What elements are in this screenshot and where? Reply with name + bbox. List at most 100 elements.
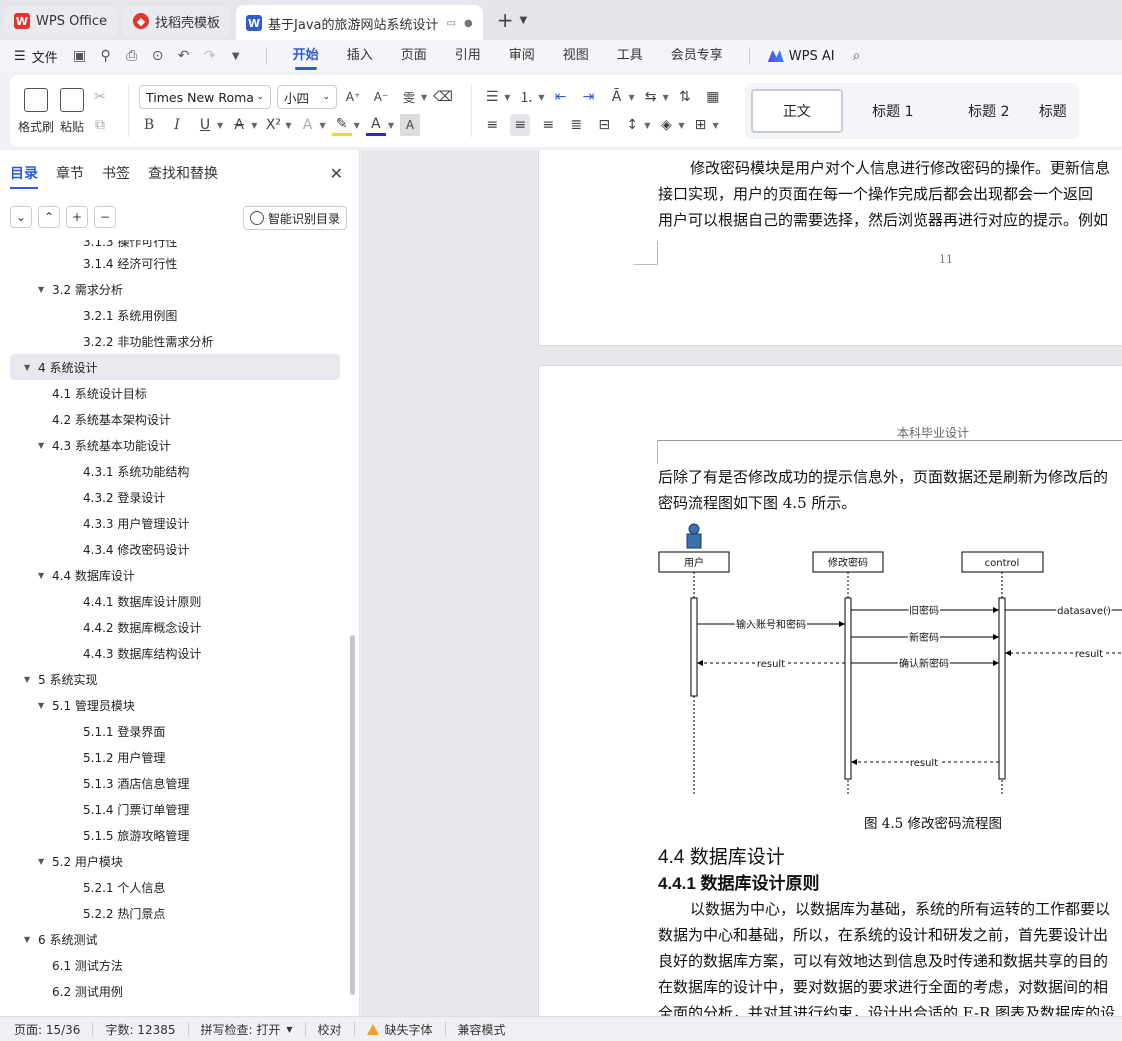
chevron-down-icon[interactable]: ▼ [285, 121, 291, 130]
distributed-icon[interactable]: ⊟ [594, 114, 614, 136]
menu-member[interactable]: 会员专享 [671, 40, 723, 72]
expand-arrow-icon[interactable]: ▼ [24, 935, 38, 944]
copy-icon[interactable]: ⧉ [90, 114, 110, 136]
toc-item[interactable]: 4.3.3 用户管理设计 [0, 510, 350, 536]
toc-item[interactable]: 5.1.1 登录界面 [0, 718, 350, 744]
monitor-icon[interactable]: ▭ [447, 18, 456, 29]
highlight-icon[interactable]: ✎ [331, 114, 352, 136]
toc-item[interactable]: 4.4.3 数据库结构设计 [0, 640, 350, 666]
clear-format-icon[interactable]: ⌫ [433, 86, 453, 108]
print-preview-icon[interactable]: ⊙ [150, 48, 166, 64]
tab-chapters[interactable]: 章节 [56, 163, 84, 183]
save-icon[interactable]: ▣ [72, 48, 88, 64]
body-line[interactable]: 良好的数据库方案，可以有效地达到信息及时传递和数据共享的目的 [658, 948, 1108, 974]
show-marks-icon[interactable]: ▦ [703, 86, 723, 108]
font-size-select[interactable]: 小四 ⌄ [277, 85, 338, 109]
toc-item[interactable]: ▼ 4.4 数据库设计 [0, 562, 350, 588]
toc-item[interactable]: 5.2.1 个人信息 [0, 874, 350, 900]
text-direction-icon[interactable]: ⇆ [641, 86, 661, 108]
menu-review[interactable]: 审阅 [509, 40, 535, 72]
align-right-icon[interactable]: ≡ [538, 114, 558, 136]
chevron-down-icon[interactable]: ▼ [713, 121, 719, 130]
scrollbar[interactable] [350, 635, 355, 995]
bullet-list-icon[interactable]: ☰ [482, 86, 502, 108]
shrink-font-icon[interactable]: A⁻ [371, 86, 391, 108]
chevron-down-icon[interactable]: ▼ [504, 93, 510, 102]
body-line[interactable]: 数据为中心和基础，所以，在系统的设计和研发之前，首先要设计出 [658, 922, 1108, 948]
tab-docer[interactable]: ◆ 找稻壳模板 [123, 6, 231, 36]
menu-tools[interactable]: 工具 [617, 40, 643, 72]
collapse-up-icon[interactable]: ⌃ [38, 206, 60, 228]
proofread-button[interactable]: 校对 [318, 1021, 342, 1038]
toc-item[interactable]: 3.2.1 系统用例图 [0, 302, 350, 328]
toc-item[interactable]: ▼ 5 系统实现 [0, 666, 350, 692]
toc-item[interactable]: 3.2.2 非功能性需求分析 [0, 328, 350, 354]
body-line[interactable]: 以数据为中心，以数据库为基础，系统的所有运转的工作都要以 [658, 896, 1110, 922]
remove-icon[interactable]: − [94, 206, 116, 228]
underline-icon[interactable]: U [195, 114, 215, 136]
tab-find-replace[interactable]: 查找和替换 [148, 163, 218, 183]
expand-arrow-icon[interactable]: ▼ [24, 675, 38, 684]
text-effect-icon[interactable]: A [298, 114, 318, 136]
body-line[interactable]: 密码流程图如下图 4.5 所示。 [658, 490, 856, 516]
toc-item[interactable]: ▼ 6 系统测试 [0, 926, 350, 952]
search-icon[interactable]: ⌕ [849, 48, 865, 64]
char-shading-icon[interactable]: A [399, 114, 420, 136]
word-count[interactable]: 字数: 12385 [105, 1021, 175, 1038]
toc-item[interactable]: 6.2 测试用例 [0, 978, 350, 1004]
superscript-icon[interactable]: X² [263, 114, 283, 136]
chevron-down-icon[interactable]: ▼ [644, 121, 650, 130]
chevron-down-icon[interactable]: ▼ [388, 121, 394, 130]
menu-page[interactable]: 页面 [401, 40, 427, 72]
body-line[interactable]: 修改密码模块是用户对个人信息进行修改密码的操作。更新信息 [658, 155, 1110, 181]
cut-icon[interactable]: ✂ [90, 86, 110, 108]
style-heading-1[interactable]: 标题 1 [847, 89, 939, 133]
page-header[interactable]: 本科毕业设计 [897, 424, 969, 441]
unsaved-dot-icon[interactable]: ● [464, 18, 473, 29]
phonetic-guide-icon[interactable]: 雯 [399, 86, 419, 108]
font-color-icon[interactable]: A [365, 114, 386, 136]
print-icon[interactable]: ⎙ [124, 48, 140, 64]
menu-view[interactable]: 视图 [563, 40, 589, 72]
align-center-icon[interactable]: ≡ [510, 114, 531, 136]
toc-item[interactable]: 4.4.1 数据库设计原则 [0, 588, 350, 614]
toc-item[interactable]: ▼ 5.1 管理员模块 [0, 692, 350, 718]
style-heading-2[interactable]: 标题 2 [943, 89, 1035, 133]
grow-font-icon[interactable]: A⁺ [343, 86, 363, 108]
font-name-select[interactable]: Times New Roma ⌄ [139, 85, 272, 109]
paste-button[interactable]: 粘贴 [60, 87, 84, 135]
bold-icon[interactable]: B [139, 114, 159, 136]
strikethrough-icon[interactable]: A [229, 114, 249, 136]
shading-icon[interactable]: ◈ [656, 114, 676, 136]
chevron-down-icon[interactable]: ▼ [678, 121, 684, 130]
tab-bookmarks[interactable]: 书签 [102, 163, 130, 183]
toc-item[interactable]: 5.1.2 用户管理 [0, 744, 350, 770]
toc-item[interactable]: 4.1 系统设计目标 [0, 380, 350, 406]
body-line[interactable]: 在数据库的设计中，要对数据的要求进行全面的考虑，对数据间的相 [658, 974, 1108, 1000]
toc-item[interactable]: ▼ 5.2 用户模块 [0, 848, 350, 874]
menu-home[interactable]: 开始 [293, 40, 319, 72]
missing-font-button[interactable]: 缺失字体 [366, 1021, 433, 1038]
italic-icon[interactable]: I [167, 114, 187, 136]
redo-icon[interactable]: ↷ [202, 48, 218, 64]
chinese-layout-icon[interactable]: Ā [607, 86, 627, 108]
toc-item[interactable]: 4.4.2 数据库概念设计 [0, 614, 350, 640]
sequence-diagram[interactable]: 用户 修改密码 control 旧密码 datasave() 输入账号和密码 新… [654, 521, 1122, 801]
heading-3[interactable]: 4.4.1 数据库设计原则 [658, 869, 820, 894]
toc-item[interactable]: 6.1 测试方法 [0, 952, 350, 978]
file-menu[interactable]: ☰ 文件 [14, 47, 58, 66]
chevron-down-icon[interactable]: ▼ [519, 15, 527, 26]
undo-icon[interactable]: ↶ [176, 48, 192, 64]
toc-item[interactable]: 5.2.2 热门景点 [0, 900, 350, 926]
smart-toc-button[interactable]: 智能识别目录 [242, 206, 347, 230]
chevron-down-icon[interactable]: ▼ [217, 121, 223, 130]
border-icon[interactable]: ⊞ [691, 114, 711, 136]
toc-item[interactable]: 4.2 系统基本架构设计 [0, 406, 350, 432]
new-tab-icon[interactable]: + [497, 8, 514, 32]
chevron-down-icon[interactable]: ▼ [228, 48, 244, 64]
chevron-down-icon[interactable]: ▼ [320, 121, 326, 130]
numbered-list-icon[interactable]: ⒈ [516, 86, 536, 108]
chevron-down-icon[interactable]: ▼ [421, 93, 427, 102]
decrease-indent-icon[interactable]: ⇤ [551, 86, 571, 108]
chevron-down-icon[interactable]: ▼ [251, 121, 257, 130]
